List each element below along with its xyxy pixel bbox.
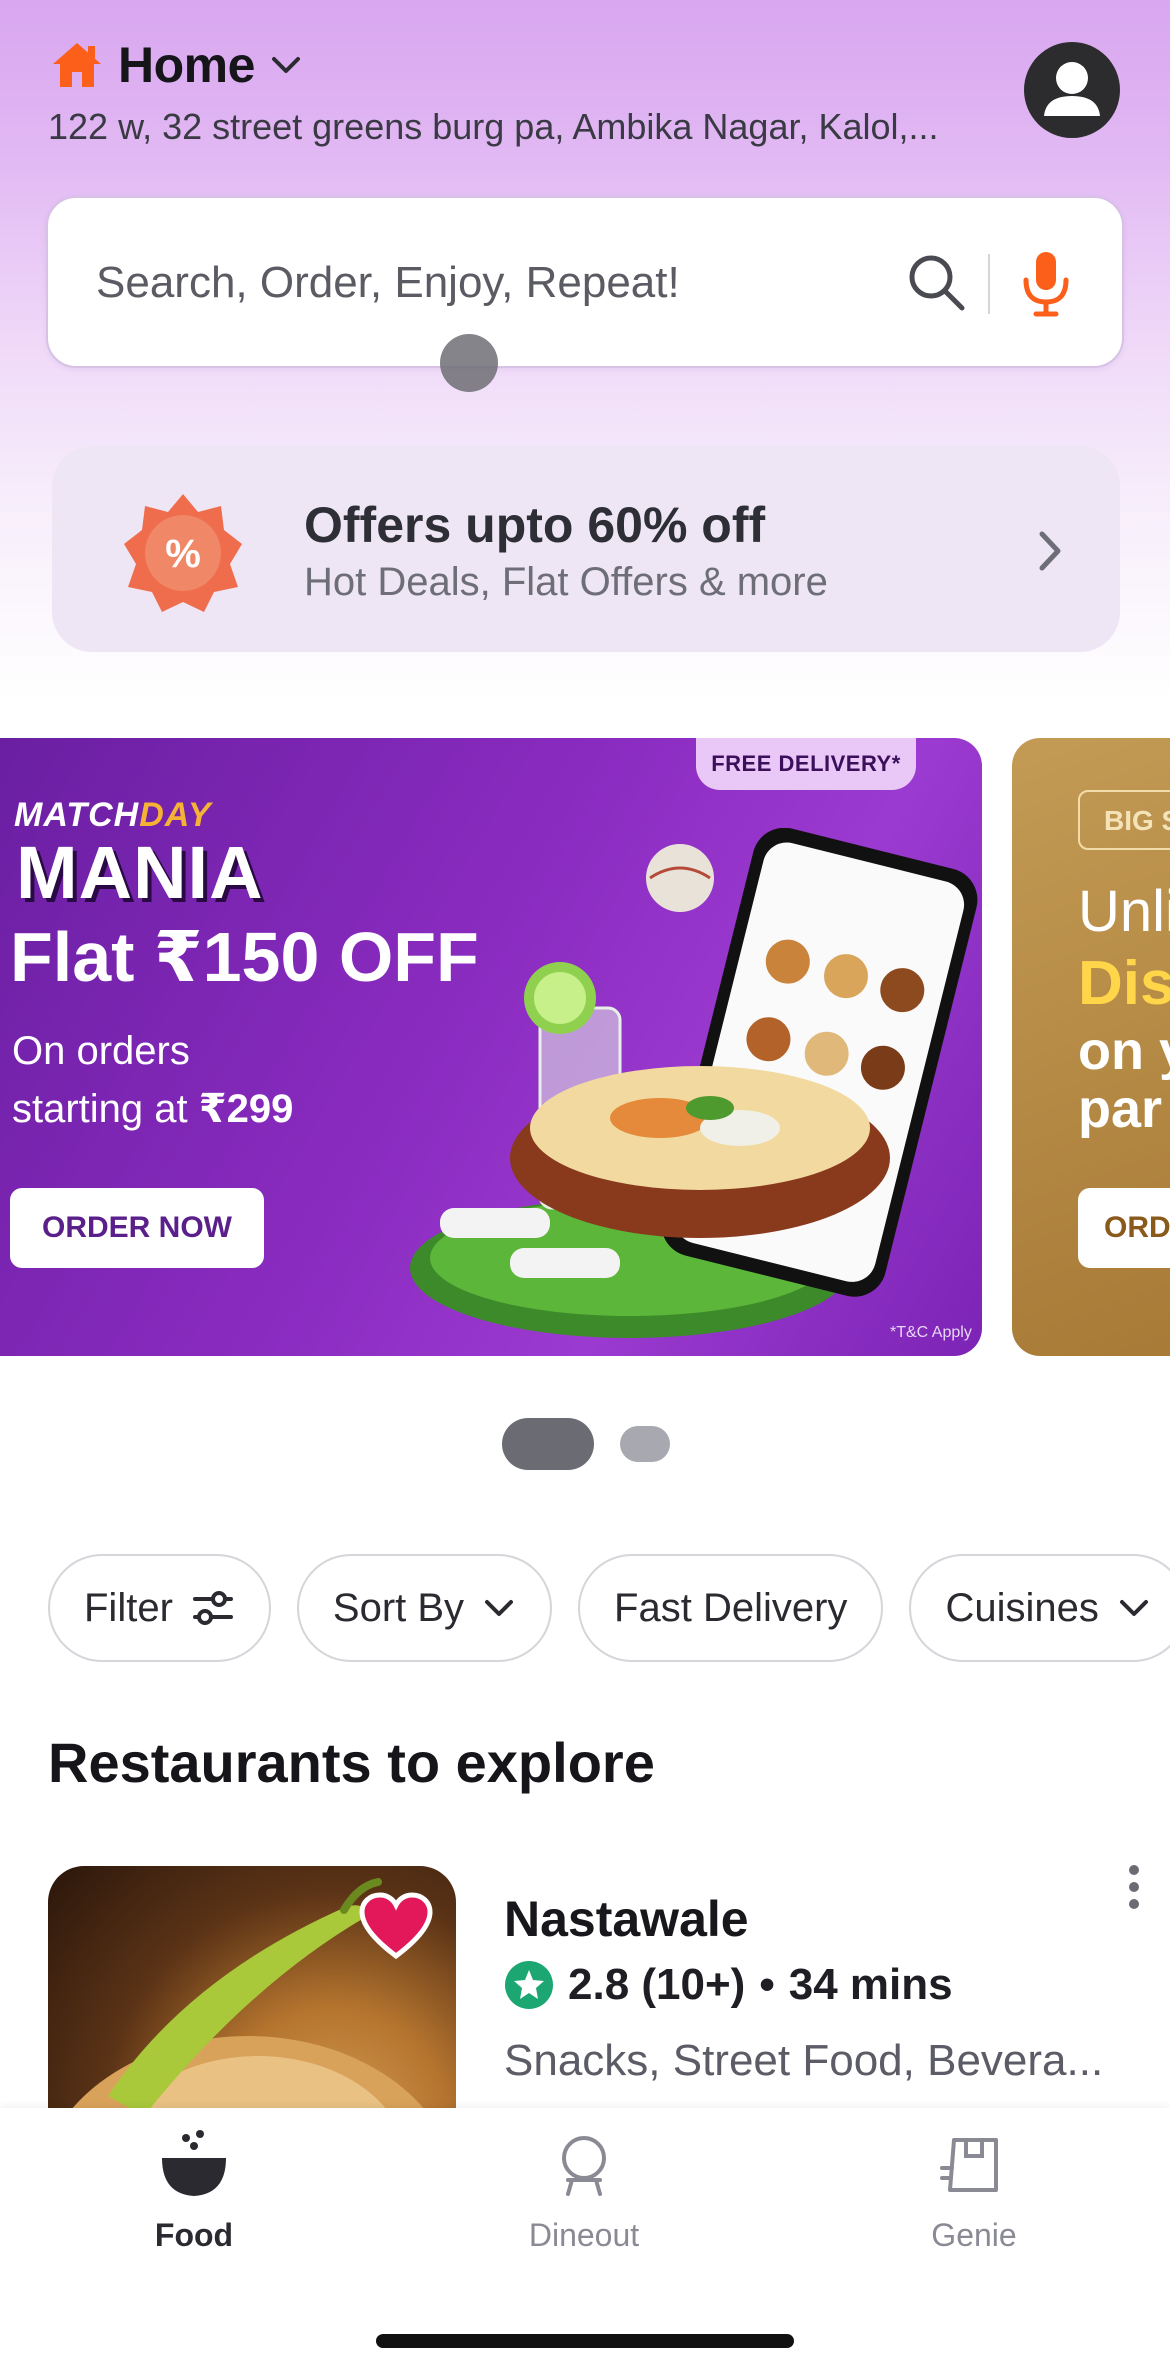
- filter-chips: Filter Sort By Fast Delivery Cuisines: [48, 1554, 1170, 1662]
- disclaimer-text: *T&C Apply: [890, 1324, 972, 1341]
- sort-by-label: Sort By: [332, 1585, 465, 1630]
- search-icon[interactable]: [904, 250, 968, 314]
- nav-item-dineout[interactable]: Dineout: [474, 2128, 694, 2254]
- carousel-dot-active[interactable]: [502, 1418, 594, 1470]
- chevron-down-icon: [1119, 1600, 1148, 1616]
- search-input[interactable]: Search, Order, Enjoy, Repeat!: [96, 258, 680, 308]
- app-screen: Home 122 w, 32 street greens burg pa, Am…: [0, 0, 1170, 2374]
- fast-delivery-chip[interactable]: Fast Delivery: [578, 1554, 884, 1662]
- rating-value: 2.8 (10+): [568, 1960, 746, 2009]
- star-rating-icon: [505, 1961, 553, 2009]
- nav-label-genie: Genie: [931, 2217, 1017, 2253]
- address-text[interactable]: 122 w, 32 street greens burg pa, Ambika …: [48, 106, 939, 148]
- section-title: Restaurants to explore: [48, 1731, 655, 1794]
- nav-label-food: Food: [154, 2217, 234, 2253]
- banner2-line2: Dis: [1078, 949, 1170, 1018]
- favorite-heart-icon[interactable]: [358, 1892, 434, 1962]
- discount-badge-icon: %: [124, 494, 242, 612]
- banner-description: On orders starting at ₹299: [12, 1029, 294, 1131]
- restaurant-cuisines: Snacks, Street Food, Bevera...: [504, 2036, 1104, 2085]
- svg-text:%: %: [165, 532, 201, 576]
- banner-brand: MANIA: [16, 831, 264, 914]
- restaurant-name[interactable]: Nastawale: [504, 1890, 749, 1948]
- package-icon: [940, 2138, 998, 2192]
- nav-item-food[interactable]: Food: [84, 2128, 304, 2254]
- chevron-down-icon: [271, 57, 300, 73]
- profile-avatar[interactable]: [1024, 42, 1120, 138]
- restaurant-rating-row: 2.8 (10+) • 34 mins: [504, 1960, 953, 2010]
- rating-separator: •: [759, 1960, 775, 2009]
- chevron-right-icon: [1039, 531, 1061, 571]
- food-phone-illustration: [410, 828, 978, 1338]
- banner2-line1: Unli: [1078, 879, 1170, 944]
- nav-item-genie[interactable]: Genie: [864, 2128, 1084, 2254]
- home-icon: [53, 43, 101, 87]
- promo-banner-secondary[interactable]: BIG S Unli Dis on y par ORD: [1012, 738, 1170, 1356]
- free-delivery-tag: FREE DELIVERY*: [696, 738, 916, 790]
- location-title: Home: [118, 37, 255, 93]
- banner2-tag: BIG S: [1078, 790, 1170, 850]
- offers-card[interactable]: % Offers upto 60% off Hot Deals, Flat Of…: [52, 446, 1120, 652]
- mic-icon[interactable]: [1020, 248, 1072, 320]
- touch-indicator: [440, 334, 498, 392]
- sort-by-chip[interactable]: Sort By: [296, 1554, 553, 1662]
- cuisines-label: Cuisines: [945, 1585, 1099, 1630]
- filter-label: Filter: [84, 1585, 173, 1630]
- home-indicator[interactable]: [376, 2334, 794, 2348]
- banner2-line4: par: [1078, 1079, 1163, 1139]
- cloche-icon: [562, 2136, 606, 2196]
- search-bar[interactable]: Search, Order, Enjoy, Repeat!: [46, 196, 1124, 368]
- banner2-cta-button[interactable]: ORD: [1078, 1188, 1170, 1268]
- search-divider: [988, 254, 990, 314]
- promo-banner-matchday[interactable]: FREE DELIVERY* MATCHDAY MANIA Flat ₹150 …: [0, 738, 982, 1356]
- banner2-line3: on y: [1078, 1021, 1170, 1081]
- sliders-icon: [192, 1591, 233, 1625]
- fast-delivery-label: Fast Delivery: [614, 1585, 848, 1630]
- bowl-icon: [162, 2130, 226, 2196]
- user-icon: [1044, 62, 1100, 116]
- carousel-indicator: [502, 1418, 670, 1470]
- offers-subtitle: Hot Deals, Flat Offers & more: [304, 560, 828, 604]
- chevron-down-icon: [485, 1600, 514, 1616]
- cuisines-chip[interactable]: Cuisines: [909, 1554, 1170, 1662]
- delivery-time: 34 mins: [788, 1960, 953, 2009]
- filter-chip[interactable]: Filter: [48, 1554, 271, 1662]
- nav-label-dineout: Dineout: [528, 2217, 640, 2253]
- order-now-button[interactable]: ORDER NOW: [10, 1188, 264, 1268]
- more-options-icon[interactable]: [1122, 1862, 1146, 1912]
- location-selector[interactable]: Home: [50, 36, 303, 94]
- offers-title: Offers upto 60% off: [304, 497, 766, 553]
- carousel-dot[interactable]: [620, 1426, 670, 1462]
